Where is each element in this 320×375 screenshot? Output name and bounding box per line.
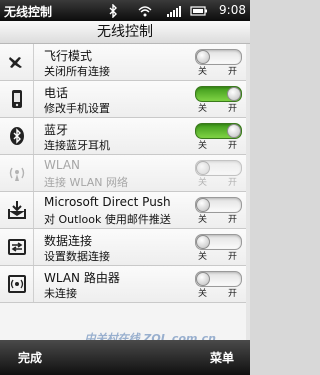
row-data-connection[interactable]: 数据连接 设置数据连接 关开 <box>0 229 250 266</box>
wifi-icon <box>138 3 152 22</box>
bluetooth-icon <box>0 118 34 154</box>
toggle-knob <box>196 272 210 286</box>
row-title: 蓝牙 <box>44 123 69 137</box>
toggle-knob <box>196 235 210 249</box>
app-title: 无线控制 <box>4 5 53 19</box>
menu-button[interactable]: 菜单 <box>210 349 234 366</box>
row-title: 数据连接 <box>44 234 93 248</box>
toggle-knob <box>227 124 241 138</box>
row-bluetooth[interactable]: 蓝牙 连接蓝牙耳机 关开 <box>0 118 250 155</box>
signal-icon <box>166 3 182 22</box>
bluetooth-icon <box>108 3 118 22</box>
row-title: WLAN 路由器 <box>44 271 120 285</box>
router-icon <box>0 266 34 302</box>
row-description: 未连接 <box>44 287 77 300</box>
mail-download-icon <box>0 192 34 228</box>
scrollbar[interactable] <box>246 44 250 340</box>
phone-toggle[interactable]: 关开 <box>195 86 242 114</box>
row-title: Microsoft Direct Push <box>44 195 171 209</box>
status-bar: 无线控制 9:08 <box>0 0 250 21</box>
wlan-toggle: 关开 <box>195 160 242 188</box>
row-phone[interactable]: 电话 修改手机设置 关开 <box>0 81 250 118</box>
data-connection-toggle[interactable]: 关开 <box>195 234 242 262</box>
row-description: 修改手机设置 <box>44 102 110 115</box>
toggle-knob <box>196 161 210 175</box>
done-button[interactable]: 完成 <box>18 349 42 366</box>
row-title: 飞行模式 <box>44 49 93 63</box>
phone-icon <box>0 81 34 117</box>
row-direct-push[interactable]: Microsoft Direct Push 对 Outlook 使用邮件推送 关… <box>0 192 250 229</box>
row-description: 连接蓝牙耳机 <box>44 139 110 152</box>
row-title: 电话 <box>44 86 69 100</box>
row-wlan: WLAN 连接 WLAN 网络 关开 <box>0 155 250 192</box>
toggle-knob <box>227 87 241 101</box>
clock: 9:08 <box>219 3 246 17</box>
airplane-mode-toggle[interactable]: 关开 <box>195 49 242 77</box>
row-description: 设置数据连接 <box>44 250 110 263</box>
row-airplane-mode[interactable]: 飞行模式 关闭所有连接 关开 <box>0 44 250 81</box>
row-description: 连接 WLAN 网络 <box>44 176 129 189</box>
page-title: 无线控制 <box>0 21 250 44</box>
data-connection-icon <box>0 229 34 265</box>
bluetooth-toggle[interactable]: 关开 <box>195 123 242 151</box>
airplane-icon <box>0 44 34 80</box>
wifi-antenna-icon <box>0 155 34 191</box>
row-title: WLAN <box>44 158 81 172</box>
toggle-knob <box>196 50 210 64</box>
softkey-bar: 完成 菜单 <box>0 340 250 375</box>
row-wlan-router[interactable]: WLAN 路由器 未连接 关开 <box>0 266 250 303</box>
wireless-settings-list: 飞行模式 关闭所有连接 关开 电话 修改手机设置 关开 蓝牙 连接蓝牙耳机 关开 <box>0 44 250 340</box>
wlan-router-toggle[interactable]: 关开 <box>195 271 242 299</box>
row-description: 对 Outlook 使用邮件推送 <box>44 213 171 226</box>
toggle-knob <box>196 198 210 212</box>
battery-icon <box>190 3 208 22</box>
direct-push-toggle[interactable]: 关开 <box>195 197 242 225</box>
row-description: 关闭所有连接 <box>44 65 110 78</box>
